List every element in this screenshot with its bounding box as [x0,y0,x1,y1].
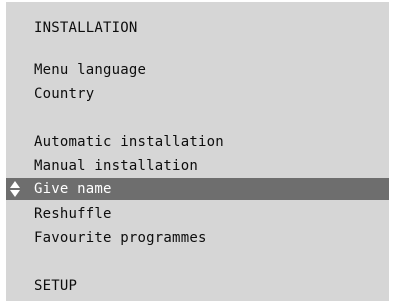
menu-item-manual-installation[interactable]: Manual installation [34,156,198,176]
menu-item-favourite-programmes[interactable]: Favourite programmes [34,228,207,248]
menu-item-country[interactable]: Country [34,84,94,104]
selected-item-label: Give name [34,181,112,197]
up-down-arrow-icon [10,181,20,197]
menu-item-automatic-installation[interactable]: Automatic installation [34,132,224,152]
menu-title: INSTALLATION [34,20,138,36]
menu-item-give-name[interactable]: Give name [6,178,389,200]
menu-item-menu-language[interactable]: Menu language [34,60,146,80]
menu-item-setup[interactable]: SETUP [34,276,77,296]
tv-menu-screen: INSTALLATION Menu language Country Autom… [0,0,397,305]
menu-item-reshuffle[interactable]: Reshuffle [34,204,112,224]
